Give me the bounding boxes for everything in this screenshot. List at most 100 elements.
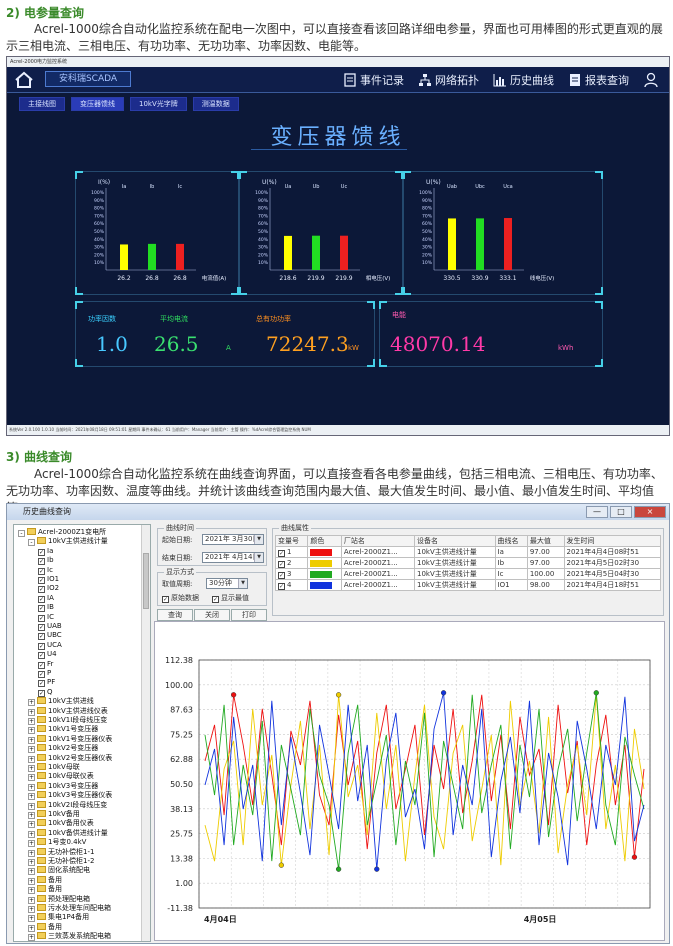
period-select[interactable]: 30分钟 ▼ (206, 578, 248, 589)
tree-leaf-item[interactable]: ✓ IO2 (38, 584, 59, 594)
nav-history-curve[interactable]: 历史曲线 (493, 70, 554, 90)
show-extremes-checkbox[interactable]: ✓ 显示最值 (212, 593, 249, 603)
nav-network-topology[interactable]: 网络拓扑 (418, 70, 479, 90)
end-date-picker[interactable]: 2021年 4月14日 ▼ (202, 552, 264, 563)
tree-folder-item[interactable]: + 三效蒸发系统配电箱 (28, 932, 111, 941)
expand-icon[interactable]: + (28, 774, 35, 782)
table-header-cell[interactable]: 变量号 (274, 535, 309, 547)
tree-checkbox[interactable]: ✓ (38, 595, 45, 603)
tree-checkbox[interactable]: ✓ (38, 633, 45, 641)
expand-icon[interactable]: + (28, 765, 35, 772)
tree-folder-item[interactable]: + 备用 (28, 885, 62, 895)
table-row[interactable]: ✓ 4 Acrel-2000Z1... 10kV主供进线计量 IO1 98.00 2021年… (274, 579, 662, 591)
tree-folder-item[interactable]: +10kV主供进线仪表 (28, 706, 108, 716)
table-row[interactable]: ✓ 2 Acrel-2000Z1... 10kV主供进线计量 Ib 97.00 2021年4… (274, 557, 662, 569)
table-header-cell[interactable]: 发生时间 (563, 535, 662, 547)
tree-leaf-item[interactable]: ✓ IO1 (38, 575, 59, 584)
tree-folder-item[interactable]: + 备用 (28, 922, 62, 932)
tree-folder-item[interactable]: +10kV母联仪表 (28, 772, 94, 782)
expand-icon[interactable]: + (28, 877, 35, 885)
tree-checkbox[interactable]: ✓ (38, 652, 45, 660)
tab-temperature-data[interactable]: 测温数据 (192, 97, 239, 111)
print-button[interactable]: 打印 (231, 609, 267, 621)
table-header-cell[interactable]: 曲线名 (494, 535, 528, 547)
dropdown-arrow-icon[interactable]: ▼ (238, 579, 247, 588)
close-window-button[interactable]: × (634, 506, 666, 518)
table-header-cell[interactable]: 设备名 (413, 535, 496, 547)
maximize-button[interactable]: □ (610, 506, 632, 518)
tree-leaf-item[interactable]: ✓ Q (38, 688, 53, 697)
tree-checkbox[interactable]: ✓ (38, 586, 45, 594)
expand-icon[interactable]: + (28, 896, 35, 904)
tree-checkbox[interactable]: ✓ (38, 680, 45, 688)
expand-icon[interactable]: + (28, 708, 35, 716)
table-row[interactable]: ✓ 1 Acrel-2000Z1... 10kV主供进线计量 Ia 97.00 2021年4… (274, 546, 662, 558)
tree-leaf-item[interactable]: ✓ P (38, 669, 51, 678)
minimize-button[interactable]: — (586, 506, 608, 518)
tree-leaf-item[interactable]: ✓ PF (38, 678, 55, 688)
expand-icon[interactable]: + (28, 906, 35, 913)
tree-checkbox[interactable]: ✓ (38, 548, 45, 556)
home-icon[interactable] (13, 70, 35, 90)
tree-checkbox[interactable]: ✓ (38, 614, 45, 622)
tree-folder-item[interactable]: +10kV2号变压器仪表 (28, 753, 112, 763)
expand-icon[interactable]: + (28, 727, 35, 735)
tree-leaf-item[interactable]: ✓ UAB (38, 622, 62, 631)
tree-scrollbar-thumb[interactable] (143, 553, 149, 609)
expand-icon[interactable]: + (28, 812, 35, 819)
query-button[interactable]: 查询 (157, 609, 193, 621)
expand-icon[interactable]: + (28, 755, 35, 763)
expand-icon[interactable]: + (28, 849, 35, 857)
tab-transformer-feeder[interactable]: 变压器馈线 (71, 97, 124, 111)
tree-leaf-item[interactable]: ✓ UBC (38, 631, 62, 641)
expand-icon[interactable]: + (28, 868, 35, 876)
tree-leaf-item[interactable]: ✓ U4 (38, 650, 57, 660)
tree-leaf-item[interactable]: ✓ IB (38, 603, 54, 613)
tree-checkbox[interactable]: ✓ (38, 661, 45, 669)
tree-folder-item[interactable]: +10kV备供进线计量 (28, 828, 108, 838)
tree-folder-item[interactable]: +10kV备用仪表 (28, 819, 94, 829)
collapse-icon[interactable]: - (28, 539, 35, 547)
table-header-cell[interactable]: 最大值 (526, 535, 565, 547)
nav-report-query[interactable]: 报表查询 (568, 70, 629, 90)
tree-folder-item[interactable]: + 预处理配电箱 (28, 894, 90, 904)
dropdown-arrow-icon[interactable]: ▼ (254, 553, 263, 562)
tree-checkbox[interactable]: ✓ (38, 642, 45, 650)
tree-folder-item[interactable]: + 无功补偿柜1-2 (28, 857, 94, 866)
tree-folder-item[interactable]: + 无功补偿柜1-1 (28, 847, 94, 857)
tree-scrollbar[interactable] (141, 525, 150, 941)
nav-event-log[interactable]: 事件记录 (343, 70, 404, 90)
tree-folder-item[interactable]: +10kV1号变压器 (28, 725, 98, 735)
tree-checkbox[interactable]: ✓ (38, 567, 45, 575)
tree-folder-item[interactable]: + 集电1P4备用 (28, 913, 89, 923)
tree-folder-item[interactable]: +10kV1I段母线压变 (28, 716, 107, 725)
tree-leaf-item[interactable]: ✓ Ia (38, 547, 53, 556)
tree-folder-item[interactable]: +10kV3号变压器仪表 (28, 791, 112, 801)
expand-icon[interactable]: + (28, 793, 35, 801)
tree-checkbox[interactable]: ✓ (38, 577, 45, 584)
tree-folder-item[interactable]: - Acrel-2000Z1变电所 (18, 528, 106, 537)
tree-leaf-item[interactable]: ✓ Ic (38, 566, 53, 575)
tree-checkbox[interactable]: ✓ (38, 624, 45, 631)
expand-icon[interactable]: + (28, 915, 35, 923)
tree-folder-item[interactable]: +10kV2I段母线压变 (28, 800, 107, 810)
tree-leaf-item[interactable]: ✓ Fr (38, 660, 53, 669)
expand-icon[interactable]: + (28, 934, 35, 941)
tree-folder-item[interactable]: +10kV3号变压器 (28, 781, 98, 791)
tree-folder-item[interactable]: - 10kV主供进线计量 (28, 537, 108, 547)
start-date-picker[interactable]: 2021年 3月30日 ▼ (202, 534, 264, 545)
tree-checkbox[interactable]: ✓ (38, 689, 45, 697)
expand-icon[interactable]: + (28, 830, 35, 838)
tree-checkbox[interactable]: ✓ (38, 558, 45, 566)
tree-leaf-item[interactable]: ✓ IA (38, 594, 54, 603)
tree-folder-item[interactable]: +10kV2号变压器 (28, 744, 98, 754)
tab-10kv-annunciator[interactable]: 10kV光字牌 (130, 97, 187, 111)
table-header-cell[interactable]: 厂站名 (340, 535, 415, 547)
tree-folder-item[interactable]: +10kV备用 (28, 810, 80, 819)
tree-leaf-item[interactable]: ✓ Ib (38, 556, 54, 566)
tree-folder-item[interactable]: +10kV母联 (28, 763, 80, 772)
expand-icon[interactable]: + (28, 718, 35, 725)
table-header-cell[interactable]: 颜色 (307, 535, 342, 547)
tree-folder-item[interactable]: + 污水处理车间配电箱 (28, 904, 111, 913)
expand-icon[interactable]: + (28, 887, 35, 895)
